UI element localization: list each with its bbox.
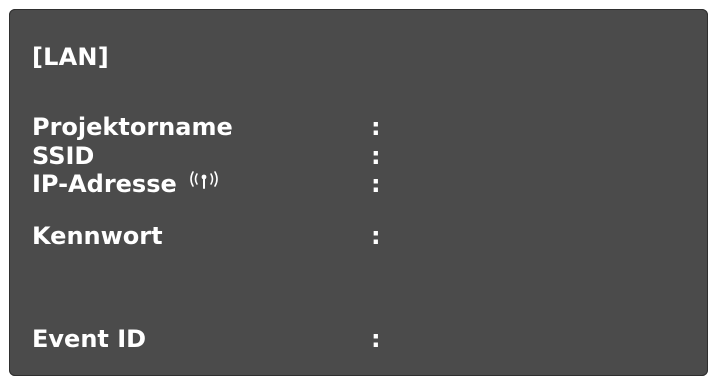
ip-address-label-group: IP-Adresse xyxy=(32,170,221,198)
separator: : xyxy=(371,142,381,170)
ssid-label: SSID xyxy=(32,142,95,170)
info-row-password: Kennwort : xyxy=(32,222,692,250)
projector-name-label: Projektorname xyxy=(32,113,233,141)
section-title: [LAN] xyxy=(32,43,109,71)
separator: : xyxy=(371,113,381,141)
separator: : xyxy=(371,222,381,250)
wifi-signal-icon xyxy=(187,168,221,196)
lan-info-panel: [LAN] Projektorname : SSID : IP-Adresse xyxy=(9,9,708,376)
info-row-ssid: SSID : xyxy=(32,142,692,170)
info-row-ip-address: IP-Adresse : xyxy=(32,170,692,198)
ip-address-label: IP-Adresse xyxy=(32,170,177,198)
info-row-event-id: Event ID : xyxy=(32,325,692,353)
info-row-projector-name: Projektorname : xyxy=(32,113,692,141)
event-id-label: Event ID xyxy=(32,325,147,353)
separator: : xyxy=(371,325,381,353)
separator: : xyxy=(371,170,381,198)
password-label: Kennwort xyxy=(32,222,163,250)
